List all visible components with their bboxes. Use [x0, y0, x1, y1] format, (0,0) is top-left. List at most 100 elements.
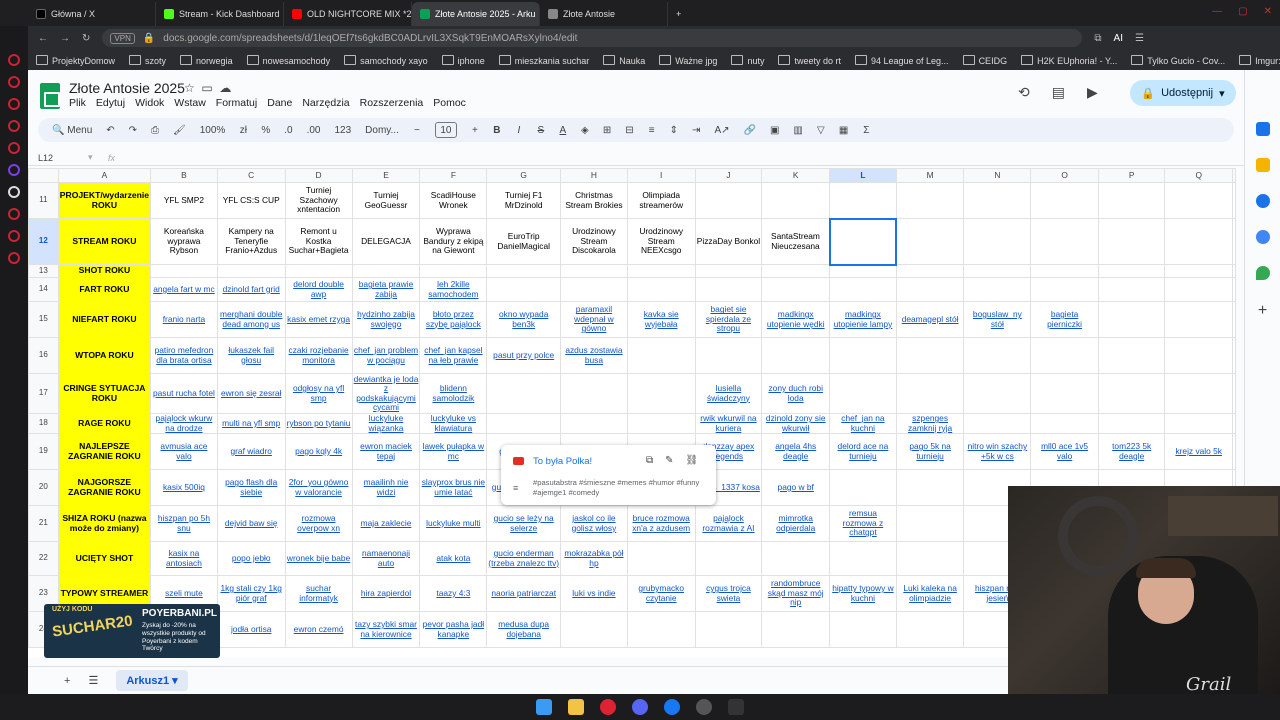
clip-link-cell[interactable]	[1030, 337, 1099, 374]
nominee-cell[interactable]: Urodzinowy Stream NEEXcsgo	[626, 218, 696, 265]
clip-link-cell[interactable]	[895, 373, 965, 414]
url-box[interactable]: VPN 🔒 docs.google.com/spreadsheets/d/1le…	[102, 29, 1083, 47]
nominee-cell[interactable]: Kampery na Teneryfie Franio+Azdus	[216, 218, 286, 265]
file-explorer-icon[interactable]	[568, 699, 584, 715]
font-size-increase[interactable]: +	[471, 125, 479, 136]
nominee-cell[interactable]	[1097, 182, 1166, 219]
clip-link-cell[interactable]	[1030, 373, 1099, 414]
clip-link-cell[interactable]: deamagepl stół	[895, 301, 965, 338]
row-number[interactable]: 21	[28, 505, 59, 542]
font-size-input[interactable]: 10	[434, 122, 457, 138]
clip-link-cell[interactable]: taazy 4:3	[419, 575, 488, 612]
clip-link-cell[interactable]	[895, 277, 965, 302]
clip-link-cell[interactable]: Luki kaleka na olimpiadzie	[895, 575, 965, 612]
paint-format-icon[interactable]: 🖌	[173, 125, 186, 136]
clip-link-cell[interactable]: slayprox brus nie umie latać	[419, 469, 488, 506]
clip-link-cell[interactable]: azdus zostawia busa	[560, 337, 628, 374]
bookmark[interactable]: Imgur: The most a...	[1239, 55, 1280, 66]
category-cell[interactable]: WTOPA ROKU	[57, 337, 152, 374]
link-preview-popup[interactable]: To była Polka! ⧉ ✎ ⛓ ≡ #pasutabstra #śmi…	[501, 445, 716, 505]
menu-item[interactable]: Dane	[267, 97, 292, 109]
history-icon[interactable]: ⟲	[1018, 84, 1030, 101]
clip-link-cell[interactable]	[761, 264, 831, 278]
clip-link-cell[interactable]	[694, 541, 763, 576]
nominee-cell[interactable]	[829, 182, 897, 219]
clip-link-cell[interactable]: lawek pułapka w mc	[419, 433, 488, 470]
clip-link-cell[interactable]	[963, 277, 1032, 302]
bookmark[interactable]: samochody xayo	[344, 55, 428, 66]
wrap-icon[interactable]: ⇥	[692, 125, 700, 136]
row-number[interactable]: 18	[28, 413, 59, 434]
browser-tab-youtube[interactable]: OLD NIGHTCORE MIX *20	[284, 2, 412, 26]
clip-link-cell[interactable]: patiro mefedron dla brata ortisa	[150, 337, 218, 374]
clip-link-cell[interactable]: okno wypada ben3k	[486, 301, 562, 338]
column-header-b[interactable]: B	[150, 168, 218, 183]
clip-link-cell[interactable]	[284, 264, 353, 278]
clip-link-cell[interactable]: popo jebło	[216, 541, 286, 576]
clip-link-cell[interactable]	[626, 277, 696, 302]
clip-link-cell[interactable]: bruce rozmowa xn'a z azdusem	[626, 505, 696, 542]
column-header-d[interactable]: D	[284, 168, 353, 183]
meet-icon[interactable]: ▶	[1087, 84, 1098, 101]
clip-link-cell[interactable]: delord double awp	[284, 277, 353, 302]
clip-link-cell[interactable]: hira zapierdol	[351, 575, 421, 612]
clip-link-cell[interactable]: multi na yfl smp	[216, 413, 286, 434]
clip-link-cell[interactable]: gucio se leży na selerze	[486, 505, 562, 542]
clip-link-cell[interactable]: nitro win szachy +5k w cs	[963, 433, 1032, 470]
bookmark[interactable]: H2K EUphoria! - Y...	[1021, 55, 1117, 66]
clip-link-cell[interactable]: kasix emet rzyga	[284, 301, 353, 338]
clip-link-cell[interactable]: pago 5k na turnieju	[895, 433, 965, 470]
windows-start-icon[interactable]	[536, 699, 552, 715]
clip-link-cell[interactable]: rozmowa overpow xn	[284, 505, 353, 542]
clip-link-cell[interactable]: hiszpan po 5h snu	[150, 505, 218, 542]
filter-icon[interactable]: ▽	[817, 125, 825, 136]
percent-button[interactable]: %	[261, 125, 270, 136]
column-header-j[interactable]: J	[694, 168, 763, 183]
sidebar-app-icon[interactable]	[8, 230, 20, 242]
reload-icon[interactable]: ↻	[82, 33, 90, 44]
overflow-cell[interactable]	[1232, 277, 1236, 302]
column-header-m[interactable]: M	[895, 168, 965, 183]
bookmark[interactable]: iphone	[442, 55, 485, 66]
comments-icon[interactable]: ▤	[1052, 84, 1065, 101]
bookmark[interactable]: mieszkania suchar	[499, 55, 590, 66]
undo-icon[interactable]: ↶	[106, 125, 114, 136]
clip-link-cell[interactable]	[1097, 337, 1166, 374]
filter-views-icon[interactable]: ▦	[839, 125, 848, 136]
nominee-cell[interactable]	[761, 182, 831, 219]
overflow-cell[interactable]	[1232, 413, 1236, 434]
keep-icon[interactable]	[1255, 158, 1270, 172]
column-header-n[interactable]: N	[963, 168, 1032, 183]
clip-link-cell[interactable]: lusiella świadczyny	[694, 373, 763, 414]
menu-item[interactable]: Edytuj	[96, 97, 125, 109]
clip-link-cell[interactable]	[963, 337, 1032, 374]
forward-icon[interactable]: →	[60, 33, 70, 44]
nominee-cell[interactable]: ScadiHouse Wronek	[419, 182, 488, 219]
valign-icon[interactable]: ⇕	[670, 125, 678, 136]
add-sheet-button[interactable]: +	[64, 675, 70, 687]
clip-link-cell[interactable]: błoto przez szybę pająlock	[419, 301, 488, 338]
clip-link-cell[interactable]	[560, 264, 628, 278]
nominee-cell[interactable]: YFL CS:S CUP	[216, 182, 286, 219]
overflow-cell[interactable]	[1232, 373, 1236, 414]
clip-link-cell[interactable]: zony duch robi loda	[761, 373, 831, 414]
clip-link-cell[interactable]: angela fart w mc	[150, 277, 218, 302]
opera-icon[interactable]	[600, 699, 616, 715]
clip-link-cell[interactable]	[216, 264, 286, 278]
link-icon[interactable]: 🔗	[744, 125, 756, 136]
calendar-icon[interactable]	[1255, 122, 1270, 136]
nominee-cell[interactable]: EuroTrip DanielMagical	[486, 218, 562, 265]
clip-link-cell[interactable]: kasix 500iq	[150, 469, 218, 506]
category-cell[interactable]: SHOT ROKU	[57, 264, 152, 278]
nominee-cell[interactable]	[895, 182, 965, 219]
star-icon[interactable]: ☆ ▭ ☁	[184, 81, 231, 95]
nominee-cell[interactable]: Koreańska wyprawa Rybson	[150, 218, 218, 265]
clip-link-cell[interactable]: łukaszek fail głosu	[216, 337, 286, 374]
nominee-cell[interactable]	[963, 182, 1032, 219]
bold-button[interactable]: B	[493, 125, 501, 136]
clip-link-cell[interactable]	[486, 277, 562, 302]
clip-link-cell[interactable]: kavka sie wyjebała	[626, 301, 696, 338]
sidebar-app-icon[interactable]	[8, 142, 20, 154]
category-cell[interactable]: NIEFART ROKU	[57, 301, 152, 338]
clip-link-cell[interactable]: delord ace na turnieju	[829, 433, 897, 470]
